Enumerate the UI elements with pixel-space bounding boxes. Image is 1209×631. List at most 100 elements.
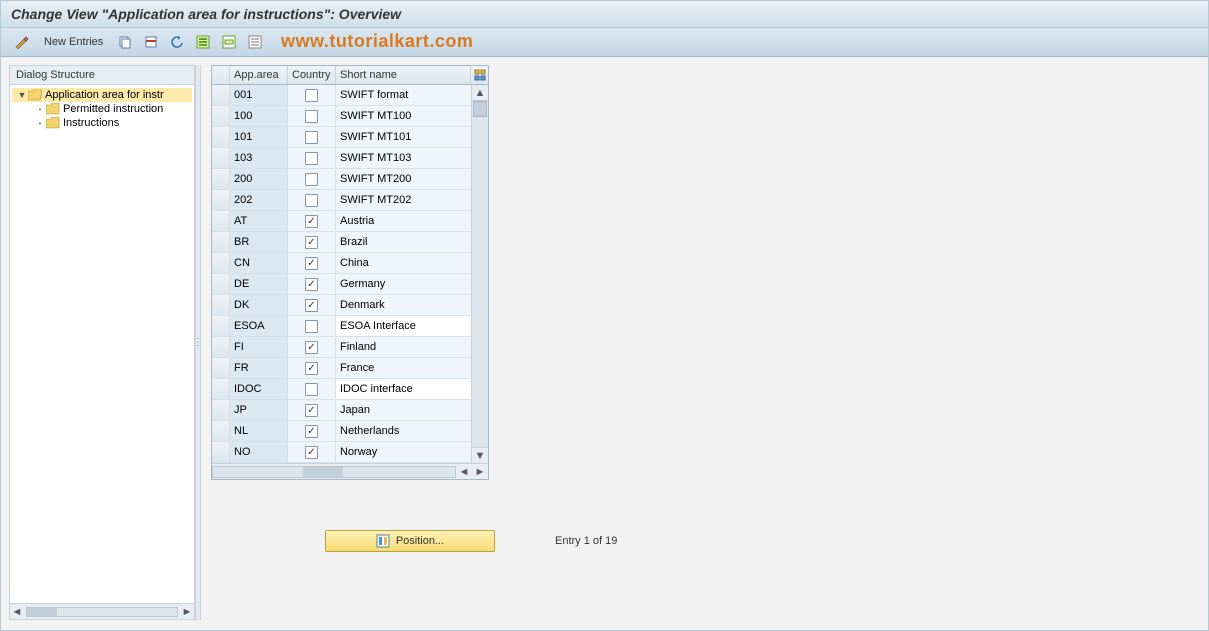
table-row[interactable]: DK✓Denmark (212, 295, 471, 316)
cell-shortname[interactable]: Austria (336, 211, 471, 231)
select-all-icon[interactable] (192, 32, 214, 52)
cell-apparea[interactable]: AT (230, 211, 288, 231)
cell-country[interactable] (288, 148, 336, 168)
table-row[interactable]: 200 SWIFT MT200 (212, 169, 471, 190)
hscroll-thumb[interactable] (303, 467, 343, 477)
cell-country[interactable] (288, 169, 336, 189)
configure-columns-icon[interactable] (470, 66, 488, 85)
row-selector[interactable] (212, 421, 230, 441)
row-selector[interactable] (212, 211, 230, 231)
table-horizontal-scrollbar[interactable]: ◄ ► (212, 463, 488, 479)
cell-country[interactable]: ✓ (288, 274, 336, 294)
row-selector[interactable] (212, 442, 230, 462)
table-row[interactable]: IDOC IDOC interface (212, 379, 471, 400)
hscroll-left-icon[interactable]: ◄ (456, 464, 472, 480)
table-row[interactable]: 202 SWIFT MT202 (212, 190, 471, 211)
country-checkbox[interactable]: ✓ (305, 425, 318, 438)
hscroll-track[interactable] (212, 466, 456, 478)
cell-country[interactable]: ✓ (288, 232, 336, 252)
row-selector[interactable] (212, 316, 230, 336)
scroll-track[interactable] (26, 607, 178, 617)
scroll-left-icon[interactable]: ◄ (10, 605, 24, 619)
dialog-structure-tree[interactable]: ▼Application area for instr•Permitted in… (10, 85, 194, 603)
cell-country[interactable]: ✓ (288, 400, 336, 420)
cell-apparea[interactable]: DK (230, 295, 288, 315)
cell-shortname[interactable]: Netherlands (336, 421, 471, 441)
cell-apparea[interactable]: IDOC (230, 379, 288, 399)
row-selector[interactable] (212, 190, 230, 210)
position-button[interactable]: Position... (325, 530, 495, 552)
expand-icon[interactable]: • (34, 119, 46, 128)
cell-shortname[interactable]: Germany (336, 274, 471, 294)
cell-apparea[interactable]: DE (230, 274, 288, 294)
cell-country[interactable]: ✓ (288, 337, 336, 357)
table-row[interactable]: FR✓France (212, 358, 471, 379)
cell-apparea[interactable]: 100 (230, 106, 288, 126)
cell-shortname[interactable]: SWIFT MT101 (336, 127, 471, 147)
country-checkbox[interactable] (305, 89, 318, 102)
table-row[interactable]: CN ✓ China (212, 253, 471, 274)
vscroll-track[interactable] (472, 101, 488, 447)
cell-apparea[interactable]: BR (230, 232, 288, 252)
cell-apparea[interactable]: 200 (230, 169, 288, 189)
country-checkbox[interactable] (305, 383, 318, 396)
row-selector[interactable] (212, 295, 230, 315)
cell-country[interactable] (288, 106, 336, 126)
scroll-thumb[interactable] (27, 608, 57, 616)
cell-apparea[interactable]: CN (230, 253, 288, 273)
cell-country[interactable]: ✓ (288, 442, 336, 462)
column-header-country[interactable]: Country (288, 66, 336, 84)
table-row[interactable]: AT ✓ Austria (212, 211, 471, 232)
cell-shortname[interactable]: SWIFT MT202 (336, 190, 471, 210)
table-row[interactable]: 103SWIFT MT103 (212, 148, 471, 169)
cell-apparea[interactable]: NO (230, 442, 288, 462)
cell-shortname[interactable]: Japan (336, 400, 471, 420)
table-row[interactable]: DE ✓ Germany (212, 274, 471, 295)
cell-country[interactable] (288, 190, 336, 210)
cell-shortname[interactable]: SWIFT MT103 (336, 148, 471, 168)
cell-country[interactable]: ✓ (288, 295, 336, 315)
cell-shortname[interactable]: SWIFT MT200 (336, 169, 471, 189)
toggle-display-change-icon[interactable] (11, 32, 33, 52)
vscroll-thumb[interactable] (473, 101, 487, 117)
country-checkbox[interactable]: ✓ (305, 257, 318, 270)
row-selector-header[interactable] (212, 66, 230, 84)
cell-country[interactable]: ✓ (288, 253, 336, 273)
country-checkbox[interactable]: ✓ (305, 278, 318, 291)
cell-shortname[interactable]: SWIFT format (336, 85, 471, 105)
cell-apparea[interactable]: 101 (230, 127, 288, 147)
cell-shortname[interactable]: IDOC interface (336, 379, 471, 399)
country-checkbox[interactable]: ✓ (305, 215, 318, 228)
country-checkbox[interactable] (305, 173, 318, 186)
delete-icon[interactable] (140, 32, 162, 52)
collapse-icon[interactable]: ▼ (16, 90, 28, 100)
scroll-down-icon[interactable]: ▼ (472, 447, 488, 463)
cell-shortname[interactable]: ESOA Interface (336, 316, 471, 336)
cell-apparea[interactable]: 001 (230, 85, 288, 105)
expand-icon[interactable]: • (34, 105, 46, 114)
row-selector[interactable] (212, 127, 230, 147)
table-row[interactable]: ESOA ESOA Interface (212, 316, 471, 337)
undo-change-icon[interactable] (166, 32, 188, 52)
cell-country[interactable] (288, 379, 336, 399)
cell-shortname[interactable]: Brazil (336, 232, 471, 252)
cell-country[interactable] (288, 127, 336, 147)
table-row[interactable]: 100SWIFT MT100 (212, 106, 471, 127)
table-row[interactable]: NO✓Norway (212, 442, 471, 463)
cell-country[interactable]: ✓ (288, 421, 336, 441)
country-checkbox[interactable] (305, 131, 318, 144)
cell-apparea[interactable]: ESOA (230, 316, 288, 336)
country-checkbox[interactable]: ✓ (305, 299, 318, 312)
cell-apparea[interactable]: NL (230, 421, 288, 441)
table-row[interactable]: 001 SWIFT format (212, 85, 471, 106)
country-checkbox[interactable]: ✓ (305, 362, 318, 375)
cell-shortname[interactable]: Norway (336, 442, 471, 462)
country-checkbox[interactable] (305, 194, 318, 207)
cell-shortname[interactable]: China (336, 253, 471, 273)
country-checkbox[interactable]: ✓ (305, 236, 318, 249)
table-vertical-scrollbar[interactable]: ▲ ▼ (471, 85, 488, 463)
cell-apparea[interactable]: 202 (230, 190, 288, 210)
table-row[interactable]: 101 SWIFT MT101 (212, 127, 471, 148)
country-checkbox[interactable]: ✓ (305, 404, 318, 417)
table-row[interactable]: BR ✓ Brazil (212, 232, 471, 253)
